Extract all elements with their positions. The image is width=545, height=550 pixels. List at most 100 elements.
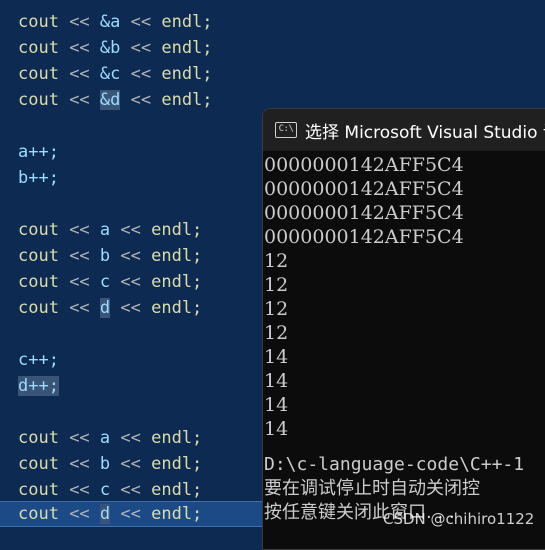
output-line: 0000000142AFF5C4 [264,202,464,224]
code-operator: << [120,38,162,58]
code-operator: << [110,480,152,500]
code-keyword: cout [18,90,59,110]
code-operator: << [58,272,100,292]
code-keyword: cout [18,480,59,500]
console-title-bar[interactable]: C:\ 选择 Microsoft Visual Studio 调 [263,109,545,151]
code-variable: &c [99,64,121,84]
code-line[interactable]: cout << b << endl; [18,243,202,269]
output-line: 12 [264,322,289,344]
output-line: 12 [264,274,289,296]
code-operator: << [58,12,100,32]
code-variable: &a [99,12,121,32]
code-keyword: cout [18,504,59,524]
code-keyword: cout [18,12,59,32]
code-line[interactable]: cout << &a << endl; [18,9,213,35]
code-variable: b [99,454,111,474]
code-variable: b [99,246,111,266]
watermark: CSDN @chihiro1122 [383,510,535,528]
code-operator: << [58,64,100,84]
code-operator: << [58,428,100,448]
code-operator: << [110,298,152,318]
code-keyword: cout [18,428,59,448]
code-line[interactable]: cout << &d << endl; [18,87,213,113]
code-keyword: cout [18,64,59,84]
code-endl: endl; [151,272,203,292]
code-operator: << [58,38,100,58]
code-keyword: cout [18,38,59,58]
code-variable: d [99,504,111,524]
code-variable: &b [99,38,121,58]
code-endl: endl; [151,246,203,266]
code-operator: << [110,454,152,474]
code-operator: << [110,272,152,292]
console-output[interactable]: 0000000142AFF5C4 0000000142AFF5C4 000000… [263,151,545,549]
code-line[interactable]: b++; [18,165,59,191]
code-operator: << [58,90,100,110]
console-title: 选择 Microsoft Visual Studio 调 [305,122,545,143]
code-endl: endl; [151,454,203,474]
code-statement: d++; [18,376,59,396]
code-keyword: cout [18,246,59,266]
code-line[interactable]: cout << c << endl; [18,269,202,295]
code-endl: endl; [151,428,203,448]
code-operator: << [110,220,152,240]
code-variable: c [99,272,111,292]
code-endl: endl; [151,504,203,524]
code-endl: endl; [151,480,203,500]
code-line[interactable]: cout << &b << endl; [18,35,213,61]
code-line[interactable]: c++; [18,347,59,373]
code-variable: &d [99,90,121,110]
output-line: 0000000142AFF5C4 [264,226,464,248]
code-endl: endl; [161,38,213,58]
code-line[interactable]: cout << b << endl; [18,451,202,477]
code-statement: c++; [18,350,59,370]
code-statement: a++; [18,142,59,162]
code-operator: << [58,220,100,240]
output-line: 14 [264,418,289,440]
console-app-icon: C:\ [275,122,297,138]
code-endl: endl; [161,12,213,32]
code-keyword: cout [18,220,59,240]
code-endl: endl; [161,64,213,84]
code-operator: << [58,504,100,524]
code-endl: endl; [151,298,203,318]
code-variable: d [99,298,111,318]
code-keyword: cout [18,272,59,292]
code-line[interactable]: cout << &c << endl; [18,61,213,87]
code-variable: a [99,428,111,448]
output-blank-line [264,441,545,453]
code-operator: << [120,12,162,32]
output-line: 14 [264,346,289,368]
code-line[interactable]: cout << a << endl; [18,425,202,451]
code-variable: c [99,480,111,500]
code-line[interactable]: a++; [18,139,59,165]
code-operator: << [110,504,152,524]
code-keyword: cout [18,454,59,474]
code-keyword: cout [18,298,59,318]
output-line: 0000000142AFF5C4 [264,178,464,200]
code-endl: endl; [151,220,203,240]
code-line[interactable]: cout << d << endl; [18,295,202,321]
output-line: 14 [264,370,289,392]
output-line: 12 [264,250,289,272]
code-variable: a [99,220,111,240]
output-line: 12 [264,298,289,320]
code-operator: << [58,480,100,500]
code-endl: endl; [161,90,213,110]
console-window[interactable]: C:\ 选择 Microsoft Visual Studio 调 0000000… [262,108,545,550]
code-line[interactable]: cout << a << endl; [18,217,202,243]
code-operator: << [58,298,100,318]
code-operator: << [58,246,100,266]
code-line[interactable]: d++; [18,373,59,399]
output-line: 0000000142AFF5C4 [264,154,464,176]
output-message-line: 要在调试停止时自动关闭控 [264,478,480,499]
code-line[interactable]: cout << c << endl; [18,477,202,503]
code-operator: << [58,454,100,474]
code-operator: << [120,64,162,84]
code-operator: << [110,428,152,448]
code-operator: << [120,90,162,110]
code-operator: << [110,246,152,266]
output-path-line: D:\c-language-code\C++-1 [264,454,525,475]
output-line: 14 [264,394,289,416]
code-statement: b++; [18,168,59,188]
